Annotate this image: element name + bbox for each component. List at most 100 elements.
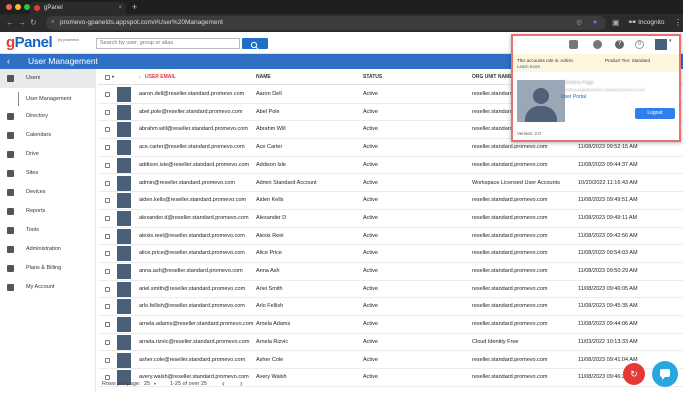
sidebar-item-users[interactable]: Users <box>0 69 96 88</box>
cell-status: Active <box>363 214 378 221</box>
table-row[interactable]: addison.isle@reseller.standard.promevo.c… <box>98 157 683 175</box>
next-page-button[interactable]: › <box>240 376 243 392</box>
sidebar-subitem-user-management[interactable]: User Management <box>18 92 71 106</box>
user-portal-link[interactable]: User Portal <box>561 94 586 100</box>
table-row[interactable]: asher.cole@reseller.standard.promevo.com… <box>98 352 683 370</box>
row-checkbox[interactable] <box>105 180 110 186</box>
browser-menu-icon[interactable]: ⋮ <box>674 16 682 30</box>
sidebar-item-plans-billing[interactable]: Plans & Billing <box>0 259 96 278</box>
rows-per-page-select[interactable]: 25 <box>144 376 150 392</box>
cell-email[interactable]: aaron.dell@reseller.standard.promevo.com <box>139 86 244 104</box>
row-checkbox[interactable] <box>105 269 110 274</box>
cell-email[interactable]: asher.cole@reseller.standard.promevo.com <box>139 352 245 370</box>
table-row[interactable]: alice.price@reseller.standard.promevo.co… <box>98 245 683 263</box>
table-row[interactable]: ariel.smith@reseller.standard.promevo.co… <box>98 281 683 299</box>
sidebar-item-sites[interactable]: Sites <box>0 164 96 183</box>
table-row[interactable]: alexis.reel@reseller.standard.promevo.co… <box>98 228 683 246</box>
help-icon[interactable]: ? <box>615 40 624 49</box>
address-bar[interactable]: ⚬ promevo-gpanelds.appspot.com/#User%20M… <box>46 16 606 30</box>
prev-page-button[interactable]: ‹ <box>222 376 225 392</box>
site-info-icon[interactable]: ⚬ <box>50 16 55 30</box>
cell-email[interactable]: arnela.adams@reseller.standard.promevo.c… <box>139 316 253 334</box>
row-checkbox[interactable] <box>105 109 110 115</box>
sidebar-item-tools[interactable]: Tools <box>0 221 96 240</box>
search-input[interactable]: Search by user, group or alias <box>96 38 240 49</box>
table-row[interactable]: arnela.adams@reseller.standard.promevo.c… <box>98 316 683 334</box>
sidebar-item-my-account[interactable]: My Account <box>0 278 96 297</box>
gear-icon[interactable] <box>569 40 578 49</box>
learn-more-link[interactable]: Learn more <box>517 64 540 70</box>
cell-email[interactable]: admin@reseller.standard.promevo.com <box>139 175 235 193</box>
sidebar-item-devices[interactable]: Devices <box>0 183 96 202</box>
sort-arrow-icon[interactable]: ↓ <box>138 69 141 85</box>
row-checkbox[interactable] <box>105 339 110 345</box>
table-row[interactable]: arlo.fellish@reseller.standard.promevo.c… <box>98 298 683 317</box>
cell-org-unit: reseller.standard.promevo.com <box>472 321 548 328</box>
refresh-fab-button[interactable]: ↻ <box>623 363 645 385</box>
cell-email[interactable]: anna.ash@reseller.standard.promevo.com <box>139 263 243 281</box>
column-header-email[interactable]: USER EMAIL <box>145 69 176 85</box>
row-checkbox[interactable] <box>105 145 110 151</box>
row-checkbox[interactable] <box>105 286 110 292</box>
reload-icon[interactable]: ↻ <box>30 16 37 30</box>
chevron-down-icon[interactable]: ▾ <box>154 376 156 392</box>
select-all-checkbox[interactable] <box>105 74 110 80</box>
table-row[interactable]: arnela.rizvic@reseller.standard.promevo.… <box>98 334 683 352</box>
sort-menu-icon[interactable]: ▾ <box>112 69 114 85</box>
search-button[interactable] <box>242 38 268 50</box>
minimize-window-icon[interactable] <box>15 4 21 10</box>
logout-button[interactable]: Logout <box>635 108 675 119</box>
cell-email[interactable]: ace.carter@reseller.standard.promevo.com <box>139 139 245 157</box>
cell-email[interactable]: abel.pole@reseller.standard.promevo.com <box>139 104 242 122</box>
chevron-down-icon[interactable]: ▾ <box>669 38 672 44</box>
cell-email[interactable]: addison.isle@reseller.standard.promevo.c… <box>139 157 249 175</box>
eye-off-icon[interactable]: ◎ <box>576 16 582 30</box>
side-panel-icon[interactable]: ▣ <box>612 16 620 30</box>
cell-email[interactable]: alexander.d@reseller.standard.promevo.co… <box>139 210 249 228</box>
cell-email[interactable]: ariel.smith@reseller.standard.promevo.co… <box>139 281 245 299</box>
gpanel-logo[interactable]: gPanel <box>6 34 53 51</box>
back-chevron-icon[interactable]: ‹ <box>7 54 10 69</box>
sidebar-item-administration[interactable]: Administration <box>0 240 96 259</box>
row-checkbox[interactable] <box>105 233 110 239</box>
sidebar-item-drive[interactable]: Drive <box>0 145 96 164</box>
sidebar-item-directory[interactable]: Directory <box>0 107 96 126</box>
column-header-status[interactable]: STATUS <box>363 69 382 85</box>
row-checkbox[interactable] <box>105 215 110 221</box>
new-tab-button[interactable]: + <box>132 0 137 14</box>
table-row[interactable]: aiden.kells@reseller.standard.promevo.co… <box>98 192 683 210</box>
close-tab-icon[interactable]: × <box>118 2 122 14</box>
row-checkbox[interactable] <box>105 198 110 204</box>
chat-icon[interactable] <box>593 40 602 49</box>
browser-tab[interactable]: gPanel × <box>30 2 126 14</box>
bookmark-star-icon[interactable]: ★ <box>592 16 598 30</box>
cell-email[interactable]: abrahm.will@reseller.standard.promevo.co… <box>139 121 248 139</box>
row-checkbox[interactable] <box>105 251 110 257</box>
forward-arrow-icon[interactable]: → <box>18 16 26 30</box>
sidebar-item-reports[interactable]: Reports <box>0 202 96 221</box>
column-header-name[interactable]: NAME <box>256 69 271 85</box>
back-arrow-icon[interactable]: ← <box>6 16 14 30</box>
table-row[interactable]: admin@reseller.standard.promevo.com Admin… <box>98 175 683 193</box>
incognito-indicator[interactable]: 🕶 Incognito <box>628 16 664 30</box>
avatar[interactable] <box>655 39 667 50</box>
notification-badge[interactable]: 0 <box>635 40 644 49</box>
sidebar-item-calendars[interactable]: Calendars <box>0 126 96 145</box>
cell-email[interactable]: arlo.fellish@reseller.standard.promevo.c… <box>139 298 245 316</box>
column-header-org-unit[interactable]: ORG UNIT NAME <box>472 69 513 85</box>
row-checkbox[interactable] <box>105 322 110 328</box>
sidebar-item-label: Devices <box>26 189 46 195</box>
close-window-icon[interactable] <box>6 4 12 10</box>
cell-email[interactable]: alexis.reel@reseller.standard.promevo.co… <box>139 228 245 246</box>
row-checkbox[interactable] <box>105 127 110 133</box>
cell-email[interactable]: alice.price@reseller.standard.promevo.co… <box>139 245 245 263</box>
table-row[interactable]: anna.ash@reseller.standard.promevo.com An… <box>98 263 683 281</box>
row-checkbox[interactable] <box>105 162 110 168</box>
table-row[interactable]: alexander.d@reseller.standard.promevo.co… <box>98 210 683 228</box>
cell-email[interactable]: aiden.kells@reseller.standard.promevo.co… <box>139 192 246 210</box>
cell-email[interactable]: arnela.rizvic@reseller.standard.promevo.… <box>139 334 249 352</box>
row-checkbox[interactable] <box>105 92 110 97</box>
row-checkbox[interactable] <box>105 304 110 310</box>
chat-fab-button[interactable] <box>652 361 678 387</box>
row-checkbox[interactable] <box>105 357 110 363</box>
